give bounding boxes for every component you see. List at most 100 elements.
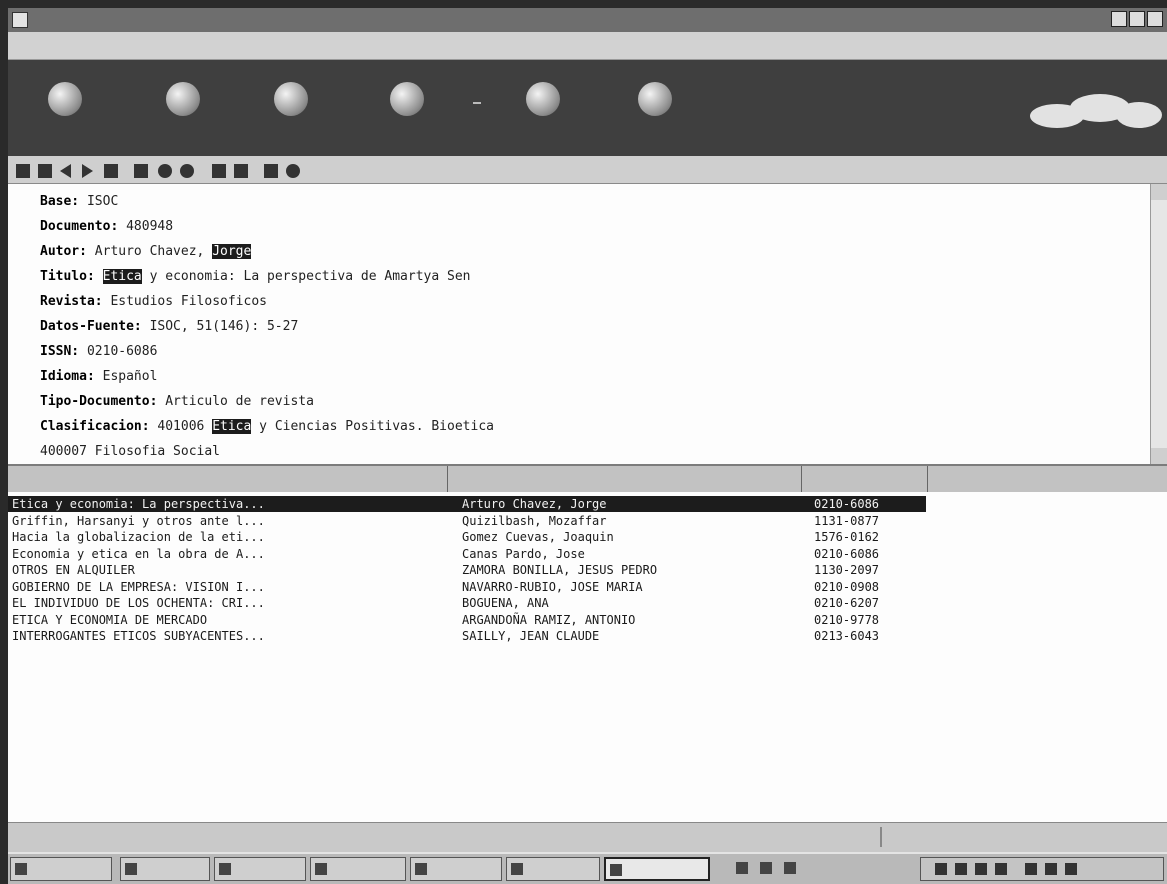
main-toolbar [8,60,1167,156]
window-icon [315,863,327,875]
result-row[interactable]: EL INDIVIDUO DE LOS OCHENTA: CRI... BOGUE… [8,595,926,611]
record-field-value: y Ciencias Positivas. Bioetica [251,419,494,434]
result-row[interactable]: ETICA Y ECONOMIA DE MERCADO ARGANDOÑA RAM… [8,612,926,628]
record-field: Base: ISOC [40,194,118,209]
quick-launch-icon[interactable] [760,862,772,874]
ayuda-button[interactable] [522,82,564,124]
result-row[interactable]: Hacia la globalizacion de la eti... Gomez… [8,529,926,545]
taskbar-item[interactable] [120,857,210,881]
result-author: NAVARRO-RUBIO, JOSE MARIA [462,579,643,594]
ver-todos-button[interactable] [162,82,204,124]
start-button[interactable] [10,857,112,881]
search-term-highlight: Etica [102,269,142,284]
next-record-icon[interactable] [82,164,93,178]
window-icon [125,863,137,875]
close-icon[interactable] [1147,11,1163,27]
send-record-icon[interactable] [180,164,194,178]
result-issn: 1576-0162 [814,530,880,544]
edit-icon[interactable] [264,164,278,178]
result-issn: 1131-0877 [814,513,880,528]
window-icon [415,863,427,875]
record-field-label: Documento: [40,219,119,234]
record-field-label: Titulo: [40,269,95,284]
ver-todos-icon [166,82,200,116]
record-field: ISSN: 0210-6086 [40,344,157,359]
record-field-label: Clasificacion: [40,419,150,434]
previous-record-icon[interactable] [60,164,71,178]
result-row[interactable]: OTROS EN ALQUILER ZAMORA BONILLA, JESUS P… [8,562,926,578]
window-controls [1111,11,1163,27]
quick-launch-icon[interactable] [784,862,796,874]
tray-icon [935,863,947,875]
quick-launch-icon[interactable] [736,862,748,874]
taskbar-item[interactable] [214,857,306,881]
search-term-highlight: Etica [212,419,252,434]
result-author: Arturo Chavez, Jorge [462,497,607,511]
imprimir-button[interactable] [270,82,312,124]
result-row[interactable]: INTERROGANTES ETICOS SUBYACENTES... SAILL… [8,628,926,644]
status-divider [880,827,882,847]
result-title: EL INDIVIDUO DE LOS OCHENTA: CRI... [12,596,265,610]
result-row[interactable]: GOBIERNO DE LA EMPRESA: VISION I... NAVAR… [8,579,926,595]
tray-icon [955,863,967,875]
maximize-icon[interactable] [1129,11,1145,27]
results-list: Etica y economia: La perspectiva... Artur… [8,492,1167,822]
record-field-value: y economia: La perspectiva de Amartya Se… [141,269,471,284]
taskbar-item-active[interactable] [604,857,710,881]
record-field-label: ISSN: [40,344,80,359]
result-issn: 0213-6043 [814,629,880,643]
navigation-toolbar [8,156,1167,184]
result-row-selected[interactable]: Etica y economia: La perspectiva... Artur… [8,496,926,512]
system-tray [920,857,1164,881]
print-record-icon[interactable] [158,164,172,178]
result-author: ZAMORA BONILLA, JESUS PEDRO [462,563,658,577]
result-issn: 1130-2097 [814,563,880,577]
record-field: Documento: 480948 [40,219,173,234]
options-icon[interactable] [286,164,300,178]
record-field-value: ISOC [79,194,119,209]
save-record-icon[interactable] [134,164,148,178]
search-icon[interactable] [212,164,226,178]
scroll-down-icon[interactable] [1151,448,1167,464]
dropdown-arrow-icon[interactable] [473,102,481,104]
window-icon [219,863,231,875]
first-record-icon[interactable] [16,164,30,178]
result-issn: 0210-6086 [814,497,880,511]
record-scrollbar[interactable] [1150,184,1167,464]
last-record-icon[interactable] [104,164,118,178]
taskbar [8,852,1167,884]
taskbar-item[interactable] [506,857,600,881]
nueva-busqueda-button[interactable] [44,82,86,124]
record-field-value: 401006 [149,419,213,434]
imprimir-icon [274,82,308,116]
record-field: Clasificacion: 401006 Etica y Ciencias P… [40,419,494,434]
result-row[interactable]: Griffin, Harsanyi y otros ante l... Quizi… [8,513,926,529]
result-author: BOGUENA, ANA [462,596,549,610]
result-title: GOBIERNO DE LA EMPRESA: VISION I... [12,579,265,594]
result-title: Etica y economia: La perspectiva... [12,497,265,511]
previous-page-icon[interactable] [38,164,52,178]
status-bar [8,822,1167,852]
record-field-value: Español [94,369,158,384]
salir-button[interactable] [634,82,676,124]
result-row[interactable]: Economia y etica en la obra de A... Canas… [8,546,926,562]
scroll-up-icon[interactable] [1151,184,1167,200]
column-header-title[interactable] [8,466,448,492]
record-field: Tipo-Documento: Articulo de revista [40,394,314,409]
column-header-author[interactable] [448,466,802,492]
minimize-icon[interactable] [1111,11,1127,27]
application-logo [1030,94,1162,128]
guardar-button[interactable] [386,82,428,124]
column-header-issn[interactable] [802,466,928,492]
application-icon[interactable] [12,12,28,28]
record-field-label: Datos-Fuente: [40,319,142,334]
results-header [8,464,1167,492]
title-bar[interactable] [8,8,1167,32]
result-author: Gomez Cuevas, Joaquin [462,530,614,544]
search-term-highlight: Jorge [212,244,252,259]
taskbar-item[interactable] [410,857,502,881]
image-icon[interactable] [234,164,248,178]
application-window: Base: ISOC Documento: 480948 Autor: Arturo… [8,8,1167,884]
record-field-value: 480948 [118,219,174,234]
taskbar-item[interactable] [310,857,406,881]
